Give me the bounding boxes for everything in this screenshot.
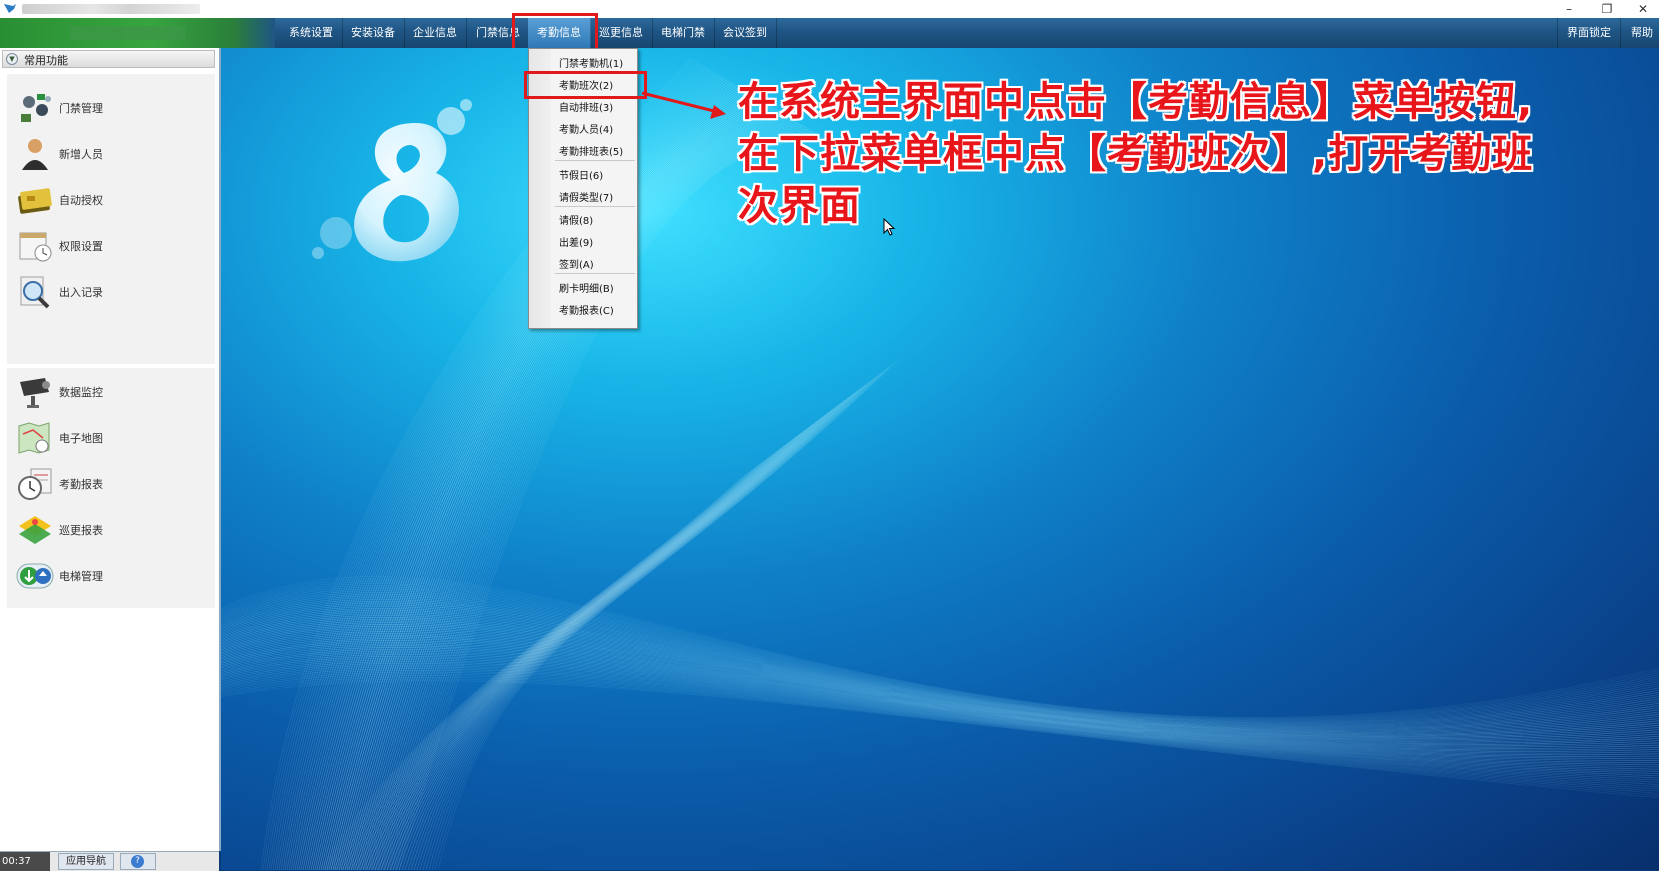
brand-area <box>0 18 275 48</box>
dd-item-attendance-report[interactable]: 考勤报表(C) <box>559 302 614 317</box>
side-item-new-person[interactable]: 新增人员 <box>7 132 215 176</box>
dd-item-leave-type[interactable]: 请假类型(7) <box>559 189 613 204</box>
dd-item-attendance-staff[interactable]: 考勤人员(4) <box>559 121 613 136</box>
tutorial-annotation: 在系统主界面中点击【考勤信息】菜单按钮,在下拉菜单框中点【考勤班次】,打开考勤班… <box>738 79 1534 229</box>
annotation-arrow <box>641 91 726 119</box>
menu-highlight-box <box>512 13 598 52</box>
dd-item-business-trip[interactable]: 出差(9) <box>559 234 593 249</box>
dd-separator <box>555 160 635 161</box>
title-bar: – ❐ ✕ <box>0 0 1659 18</box>
person-icon <box>22 139 48 170</box>
side-item-label: 门禁管理 <box>59 102 103 115</box>
side-item-label: 电梯管理 <box>59 570 103 583</box>
side-item-e-map[interactable]: 电子地图 <box>7 416 215 460</box>
dropdown-highlight-box <box>524 71 647 99</box>
monitor-functions-group: 数据监控 电子地图 考勤报表 巡更报表 电梯管理 <box>7 368 215 608</box>
patrol-icon <box>19 516 51 544</box>
dd-item-attendance-device[interactable]: 门禁考勤机(1) <box>559 55 623 70</box>
dd-separator <box>555 273 635 274</box>
card-icon <box>18 188 52 214</box>
logo-8-icon <box>312 99 472 262</box>
common-functions-group: 门禁管理 新增人员 自动授权 权限设置 出入记录 <box>7 74 215 364</box>
clock-icon <box>18 468 52 500</box>
panel-header[interactable]: ▼ 常用功能 <box>2 50 215 68</box>
left-bottom-bar: 00:37 应用导航 ? <box>0 851 219 871</box>
menu-lock-ui[interactable]: 界面锁定 <box>1557 18 1621 48</box>
dd-item-schedule-table[interactable]: 考勤排班表(5) <box>559 143 623 158</box>
dd-separator <box>555 206 635 207</box>
panel-header-label: 常用功能 <box>24 54 68 67</box>
side-item-label: 数据监控 <box>59 386 103 399</box>
elevator-icon <box>16 563 54 589</box>
dd-item-leave[interactable]: 请假(8) <box>559 212 593 227</box>
menu-bar: 系统设置 安装设备 企业信息 门禁信息 考勤信息 巡更信息 电梯门禁 会议签到 … <box>0 18 1659 49</box>
side-item-label: 巡更报表 <box>59 524 103 537</box>
close-button[interactable]: ✕ <box>1628 0 1658 18</box>
side-item-elevator[interactable]: 电梯管理 <box>7 554 215 598</box>
menu-patrol-info[interactable]: 巡更信息 <box>590 18 653 48</box>
left-panel: ▼ 常用功能 门禁管理 新增人员 自动授权 权限设置 出入记录 数据监控 电子地… <box>0 48 221 851</box>
menu-elevator-access[interactable]: 电梯门禁 <box>652 18 715 48</box>
calendar-clock-icon <box>19 232 52 262</box>
access-control-icon <box>21 94 51 122</box>
side-item-label: 新增人员 <box>59 148 103 161</box>
dd-item-sign-in[interactable]: 签到(A) <box>559 256 594 271</box>
map-icon <box>18 422 50 454</box>
help-icon: ? <box>131 855 144 868</box>
side-item-data-monitor[interactable]: 数据监控 <box>7 370 215 414</box>
side-item-access-control[interactable]: 门禁管理 <box>7 86 215 130</box>
side-item-attendance-report[interactable]: 考勤报表 <box>7 462 215 506</box>
video-timestamp: 00:37 <box>0 852 50 871</box>
menu-help[interactable]: 帮助 <box>1622 18 1659 48</box>
restore-button[interactable]: ❐ <box>1592 0 1622 18</box>
side-item-permission[interactable]: 权限设置 <box>7 224 215 268</box>
app-logo-icon <box>4 4 16 13</box>
magnifier-icon <box>20 276 50 309</box>
side-item-auto-authorize[interactable]: 自动授权 <box>7 178 215 222</box>
menu-company-info[interactable]: 企业信息 <box>404 18 467 48</box>
menu-system-settings[interactable]: 系统设置 <box>280 18 343 48</box>
dd-item-swipe-detail[interactable]: 刷卡明细(B) <box>559 280 614 295</box>
collapse-icon[interactable]: ▼ <box>6 53 18 65</box>
help-tab[interactable]: ? <box>120 853 156 870</box>
menu-meeting-signin[interactable]: 会议签到 <box>714 18 777 48</box>
menu-install-device[interactable]: 安装设备 <box>342 18 405 48</box>
camera-icon <box>20 378 50 408</box>
minimize-button[interactable]: – <box>1554 0 1584 18</box>
window-title-blurred <box>22 4 200 14</box>
side-item-label: 自动授权 <box>59 194 103 207</box>
side-item-label: 出入记录 <box>59 286 103 299</box>
brand-logo-blurred <box>70 26 185 40</box>
dd-item-holiday[interactable]: 节假日(6) <box>559 167 603 182</box>
app-nav-tab[interactable]: 应用导航 <box>58 853 114 870</box>
side-item-label: 电子地图 <box>59 432 103 445</box>
side-item-label: 考勤报表 <box>59 478 103 491</box>
dd-item-auto-schedule[interactable]: 自动排班(3) <box>559 99 613 114</box>
side-item-access-records[interactable]: 出入记录 <box>7 270 215 314</box>
side-item-label: 权限设置 <box>59 240 103 253</box>
mouse-cursor-icon <box>883 218 896 236</box>
side-item-patrol-report[interactable]: 巡更报表 <box>7 508 215 552</box>
